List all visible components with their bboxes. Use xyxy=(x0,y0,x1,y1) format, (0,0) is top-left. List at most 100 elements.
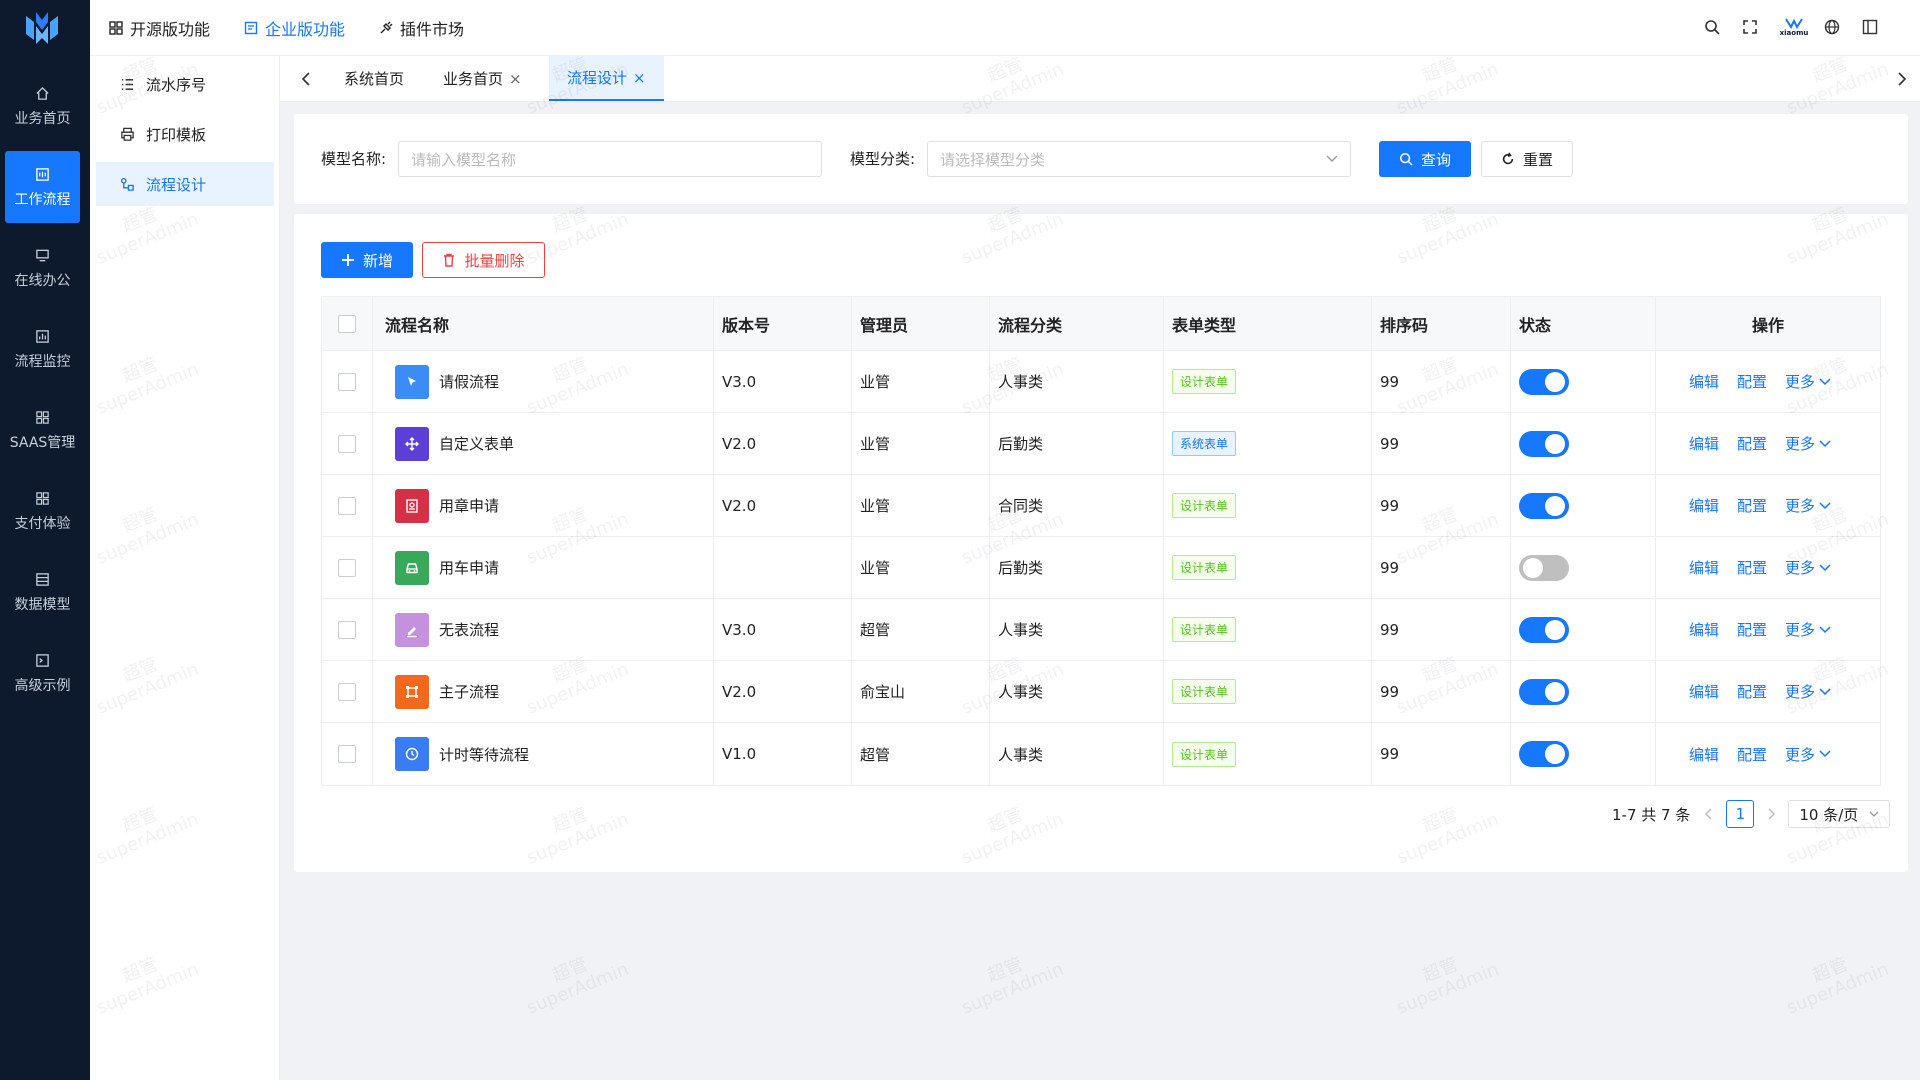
model-category-select[interactable]: 请选择模型分类 xyxy=(927,141,1351,177)
status-toggle[interactable] xyxy=(1519,741,1569,767)
column-divider xyxy=(989,599,990,660)
model-name-input[interactable]: 请输入模型名称 xyxy=(398,141,822,177)
terminal-icon xyxy=(34,652,52,670)
config-link[interactable]: 配置 xyxy=(1737,681,1767,702)
page-number[interactable]: 1 xyxy=(1726,800,1755,828)
status-toggle[interactable] xyxy=(1519,554,1569,581)
tab-flow-design[interactable]: 流程设计 × xyxy=(549,56,664,101)
status-toggle[interactable] xyxy=(1519,368,1569,395)
sub-nav-item[interactable]: 流水序号 xyxy=(96,62,274,106)
app-logo[interactable] xyxy=(22,8,62,48)
edit-link[interactable]: 编辑 xyxy=(1689,557,1719,578)
page-size-select[interactable]: 10 条/页 xyxy=(1788,800,1891,828)
column-divider xyxy=(372,661,373,722)
row-checkbox[interactable] xyxy=(338,745,356,763)
rail-item[interactable]: 支付体验 xyxy=(5,475,80,547)
more-dropdown[interactable]: 更多 xyxy=(1785,619,1831,640)
brand-logo[interactable]: xiaomu xyxy=(1776,17,1812,37)
table-row[interactable]: 用章申请 V2.0 业管 合同类 设计表单 99 编辑 配置 更多 xyxy=(322,475,1880,537)
frame-icon xyxy=(395,674,429,709)
nav-open-source[interactable]: 开源版功能 xyxy=(108,16,210,40)
chevron-down-icon xyxy=(1819,687,1831,695)
rail-item-label: 流程监控 xyxy=(14,353,71,370)
table-row[interactable]: 请假流程 V3.0 业管 人事类 设计表单 99 编辑 配置 更多 xyxy=(322,351,1880,413)
row-checkbox[interactable] xyxy=(338,682,356,701)
page-size-label: 10 条/页 xyxy=(1799,805,1859,824)
edit-link[interactable]: 编辑 xyxy=(1689,495,1719,516)
more-dropdown[interactable]: 更多 xyxy=(1785,371,1831,392)
query-button[interactable]: 查询 xyxy=(1379,141,1471,177)
left-rail: 业务首页工作流程在线办公流程监控 SAAS管理 支付体验数据模型高级示例 xyxy=(0,0,90,1080)
toggle-knob xyxy=(1545,619,1565,640)
row-checkbox[interactable] xyxy=(338,496,356,515)
edit-link[interactable]: 编辑 xyxy=(1689,619,1719,640)
chevron-left-icon xyxy=(301,71,310,86)
more-dropdown[interactable]: 更多 xyxy=(1785,433,1831,454)
status-toggle[interactable] xyxy=(1519,616,1569,643)
edit-link[interactable]: 编辑 xyxy=(1689,744,1719,765)
edit-link[interactable]: 编辑 xyxy=(1689,433,1719,454)
row-checkbox[interactable] xyxy=(338,620,356,639)
layout-icon[interactable] xyxy=(1860,17,1880,37)
more-dropdown[interactable]: 更多 xyxy=(1785,557,1831,578)
more-dropdown[interactable]: 更多 xyxy=(1785,495,1831,516)
column-divider xyxy=(713,599,714,660)
sub-nav-item[interactable]: 打印模板 xyxy=(96,112,274,156)
sub-nav-item[interactable]: 流程设计 xyxy=(96,162,274,206)
table-row[interactable]: 主子流程 V2.0 俞宝山 人事类 设计表单 99 编辑 配置 更多 xyxy=(322,661,1880,723)
status-toggle[interactable] xyxy=(1519,430,1569,457)
row-checkbox[interactable] xyxy=(338,372,356,391)
workflow-icon xyxy=(34,166,52,184)
close-icon[interactable]: × xyxy=(509,70,522,88)
reset-button[interactable]: 重置 xyxy=(1481,141,1573,177)
close-icon[interactable]: × xyxy=(633,69,646,87)
status-toggle[interactable] xyxy=(1519,492,1569,519)
config-link[interactable]: 配置 xyxy=(1737,495,1767,516)
rail-item[interactable]: 工作流程 xyxy=(5,151,80,223)
edit-link[interactable]: 编辑 xyxy=(1689,371,1719,392)
more-dropdown[interactable]: 更多 xyxy=(1785,681,1831,702)
rail-item[interactable]: 高级示例 xyxy=(5,637,80,709)
rail-item[interactable]: SAAS管理 xyxy=(5,394,80,466)
status-toggle[interactable] xyxy=(1519,678,1569,705)
tabs-scroll-right[interactable] xyxy=(1892,56,1912,101)
config-link[interactable]: 配置 xyxy=(1737,557,1767,578)
tabs-scroll-left[interactable] xyxy=(296,56,316,101)
prev-page-icon[interactable] xyxy=(1704,808,1714,820)
more-dropdown[interactable]: 更多 xyxy=(1785,744,1831,765)
flow-admin: 超管 xyxy=(860,621,891,639)
table-row[interactable]: 计时等待流程 V1.0 超管 人事类 设计表单 99 编辑 配置 更多 xyxy=(322,723,1880,785)
next-page-icon[interactable] xyxy=(1766,808,1776,820)
column-divider xyxy=(989,297,990,350)
config-link[interactable]: 配置 xyxy=(1737,744,1767,765)
rail-item[interactable]: 在线办公 xyxy=(5,232,80,304)
fullscreen-icon[interactable] xyxy=(1740,17,1760,37)
watermark: 超管superAdmin xyxy=(517,941,632,1019)
select-all-checkbox[interactable] xyxy=(338,314,356,333)
row-checkbox[interactable] xyxy=(338,434,356,453)
table-row[interactable]: 用车申请 业管 后勤类 设计表单 99 编辑 配置 更多 xyxy=(322,537,1880,599)
batch-delete-button[interactable]: 批量删除 xyxy=(422,242,545,278)
nav-enterprise[interactable]: 企业版功能 xyxy=(243,16,345,40)
edit-link[interactable]: 编辑 xyxy=(1689,681,1719,702)
config-link[interactable]: 配置 xyxy=(1737,371,1767,392)
config-link[interactable]: 配置 xyxy=(1737,433,1767,454)
config-link[interactable]: 配置 xyxy=(1737,619,1767,640)
rail-item[interactable]: 业务首页 xyxy=(5,70,80,142)
column-divider xyxy=(713,413,714,474)
rail-item[interactable]: 流程监控 xyxy=(5,313,80,385)
globe-icon[interactable] xyxy=(1822,17,1842,37)
table-row[interactable]: 无表流程 V3.0 超管 人事类 设计表单 99 编辑 配置 更多 xyxy=(322,599,1880,661)
watermark: 超管superAdmin xyxy=(952,941,1067,1019)
rail-item[interactable]: 数据模型 xyxy=(5,556,80,628)
flow-version: V1.0 xyxy=(722,745,757,763)
search-icon[interactable] xyxy=(1702,17,1722,37)
tab-business-home[interactable]: 业务首页 × xyxy=(443,56,522,101)
nav-plugin-market[interactable]: 插件市场 xyxy=(378,16,464,40)
flow-category: 后勤类 xyxy=(998,435,1044,453)
tab-system-home[interactable]: 系统首页 xyxy=(344,56,404,101)
table-row[interactable]: 自定义表单 V2.0 业管 后勤类 系统表单 99 编辑 配置 更多 xyxy=(322,413,1880,475)
add-button[interactable]: 新增 xyxy=(321,242,413,278)
car-icon xyxy=(395,550,429,585)
row-checkbox[interactable] xyxy=(338,558,356,577)
